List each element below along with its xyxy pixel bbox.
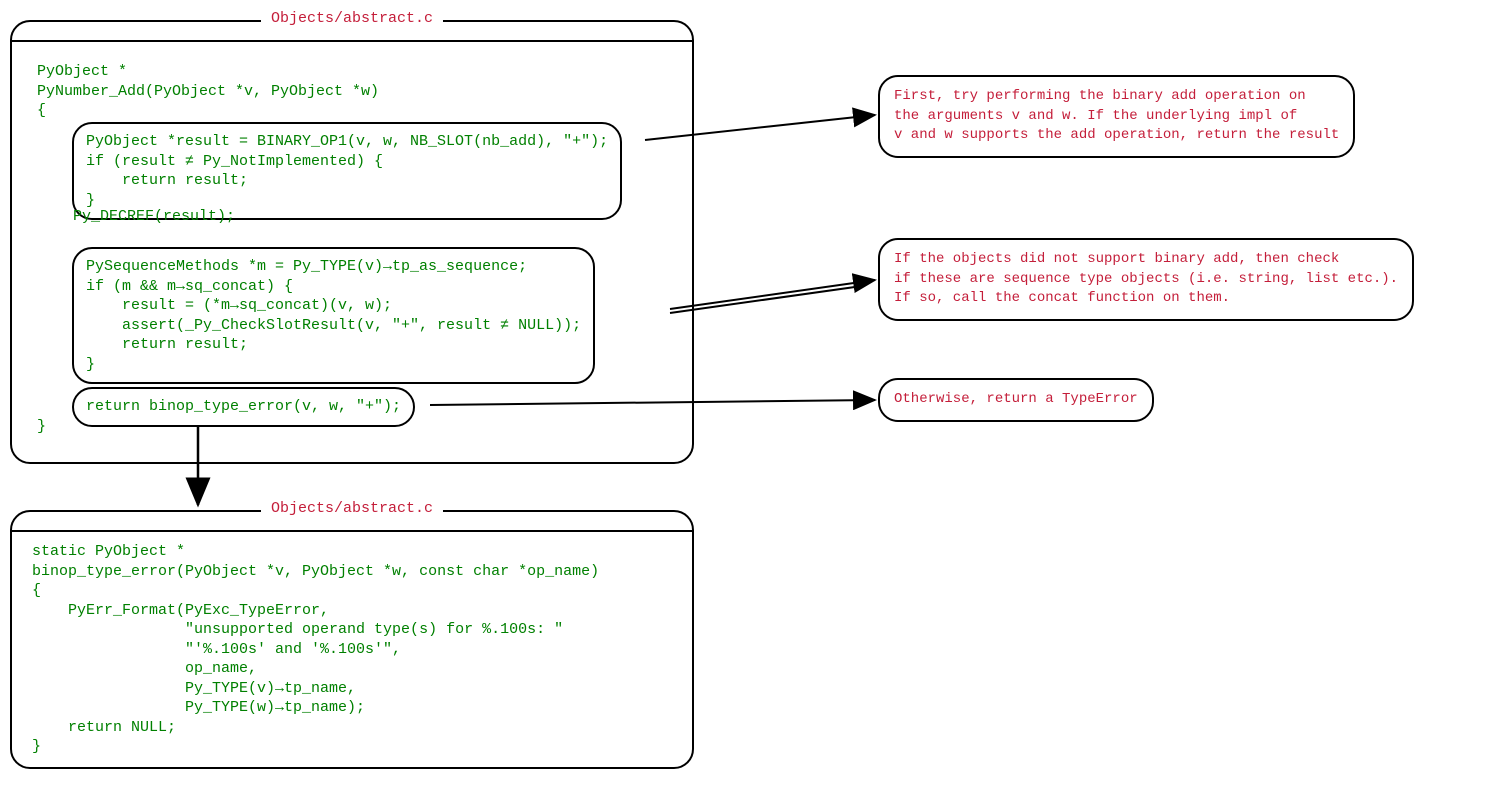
code-box-title: Objects/abstract.c bbox=[261, 10, 443, 27]
func-signature: PyObject * PyNumber_Add(PyObject *v, PyO… bbox=[37, 62, 379, 121]
title-underline bbox=[12, 40, 692, 42]
inner-box-typeerror: return binop_type_error(v, w, "+"); bbox=[72, 387, 415, 427]
code-box-title-2: Objects/abstract.c bbox=[261, 500, 443, 517]
code-box-binop-type-error: Objects/abstract.c static PyObject * bin… bbox=[10, 510, 694, 769]
note-typeerror: Otherwise, return a TypeError bbox=[878, 378, 1154, 422]
binop-code: static PyObject * binop_type_error(PyObj… bbox=[32, 542, 599, 757]
code-box-pynumber-add: Objects/abstract.c PyObject * PyNumber_A… bbox=[10, 20, 694, 464]
inner-box-binary-op: PyObject *result = BINARY_OP1(v, w, NB_S… bbox=[72, 122, 622, 220]
title-underline-2 bbox=[12, 530, 692, 532]
note-binary-add: First, try performing the binary add ope… bbox=[878, 75, 1355, 158]
note-sequence: If the objects did not support binary ad… bbox=[878, 238, 1414, 321]
decref-line: Py_DECREF(result); bbox=[37, 207, 235, 227]
inner-box-sequence: PySequenceMethods *m = Py_TYPE(v)→tp_as_… bbox=[72, 247, 595, 384]
close-brace: } bbox=[37, 417, 46, 437]
